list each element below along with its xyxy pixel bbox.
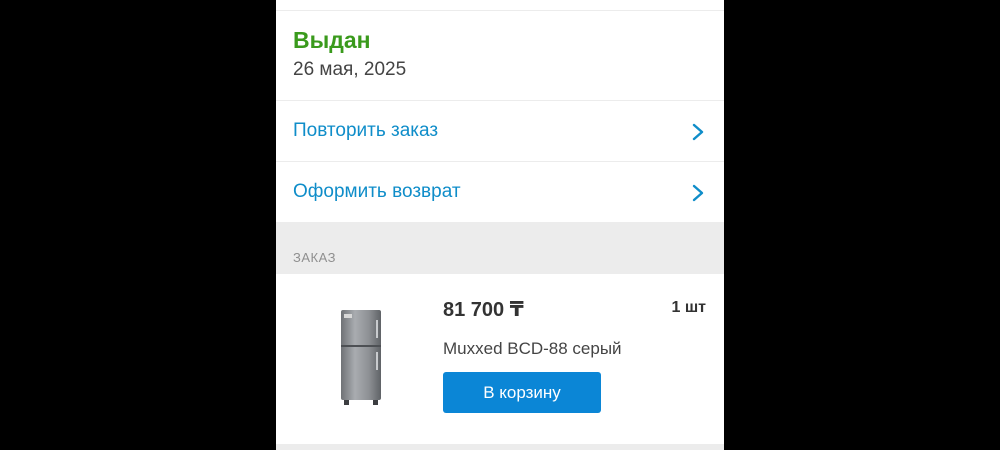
divider: [276, 10, 724, 11]
order-item: 81 700 ₸ 1 шт Muxxed BCD-88 серый В корз…: [276, 274, 724, 444]
repeat-order-label: Повторить заказ: [293, 120, 439, 141]
item-quantity: 1 шт: [671, 299, 706, 316]
item-name: Muxxed BCD-88 серый: [443, 339, 622, 358]
order-status-block: Выдан 26 мая, 2025: [293, 26, 406, 82]
chevron-right-icon: [692, 184, 704, 202]
repeat-order-row[interactable]: Повторить заказ: [276, 101, 724, 161]
item-price: 81 700 ₸: [443, 299, 524, 321]
section-separator: [276, 444, 724, 450]
order-section-header: ЗАКАЗ: [276, 222, 724, 274]
order-details-screen: Выдан 26 мая, 2025 Повторить заказ Оформ…: [276, 0, 724, 450]
chevron-right-icon: [692, 123, 704, 141]
return-order-label: Оформить возврат: [293, 181, 461, 202]
order-section-title: ЗАКАЗ: [293, 250, 336, 265]
return-order-row[interactable]: Оформить возврат: [276, 162, 724, 222]
order-status-date: 26 мая, 2025: [293, 59, 407, 80]
add-to-cart-button[interactable]: В корзину: [443, 372, 601, 413]
refrigerator-image: [341, 310, 381, 405]
order-status-label: Выдан: [293, 27, 371, 53]
